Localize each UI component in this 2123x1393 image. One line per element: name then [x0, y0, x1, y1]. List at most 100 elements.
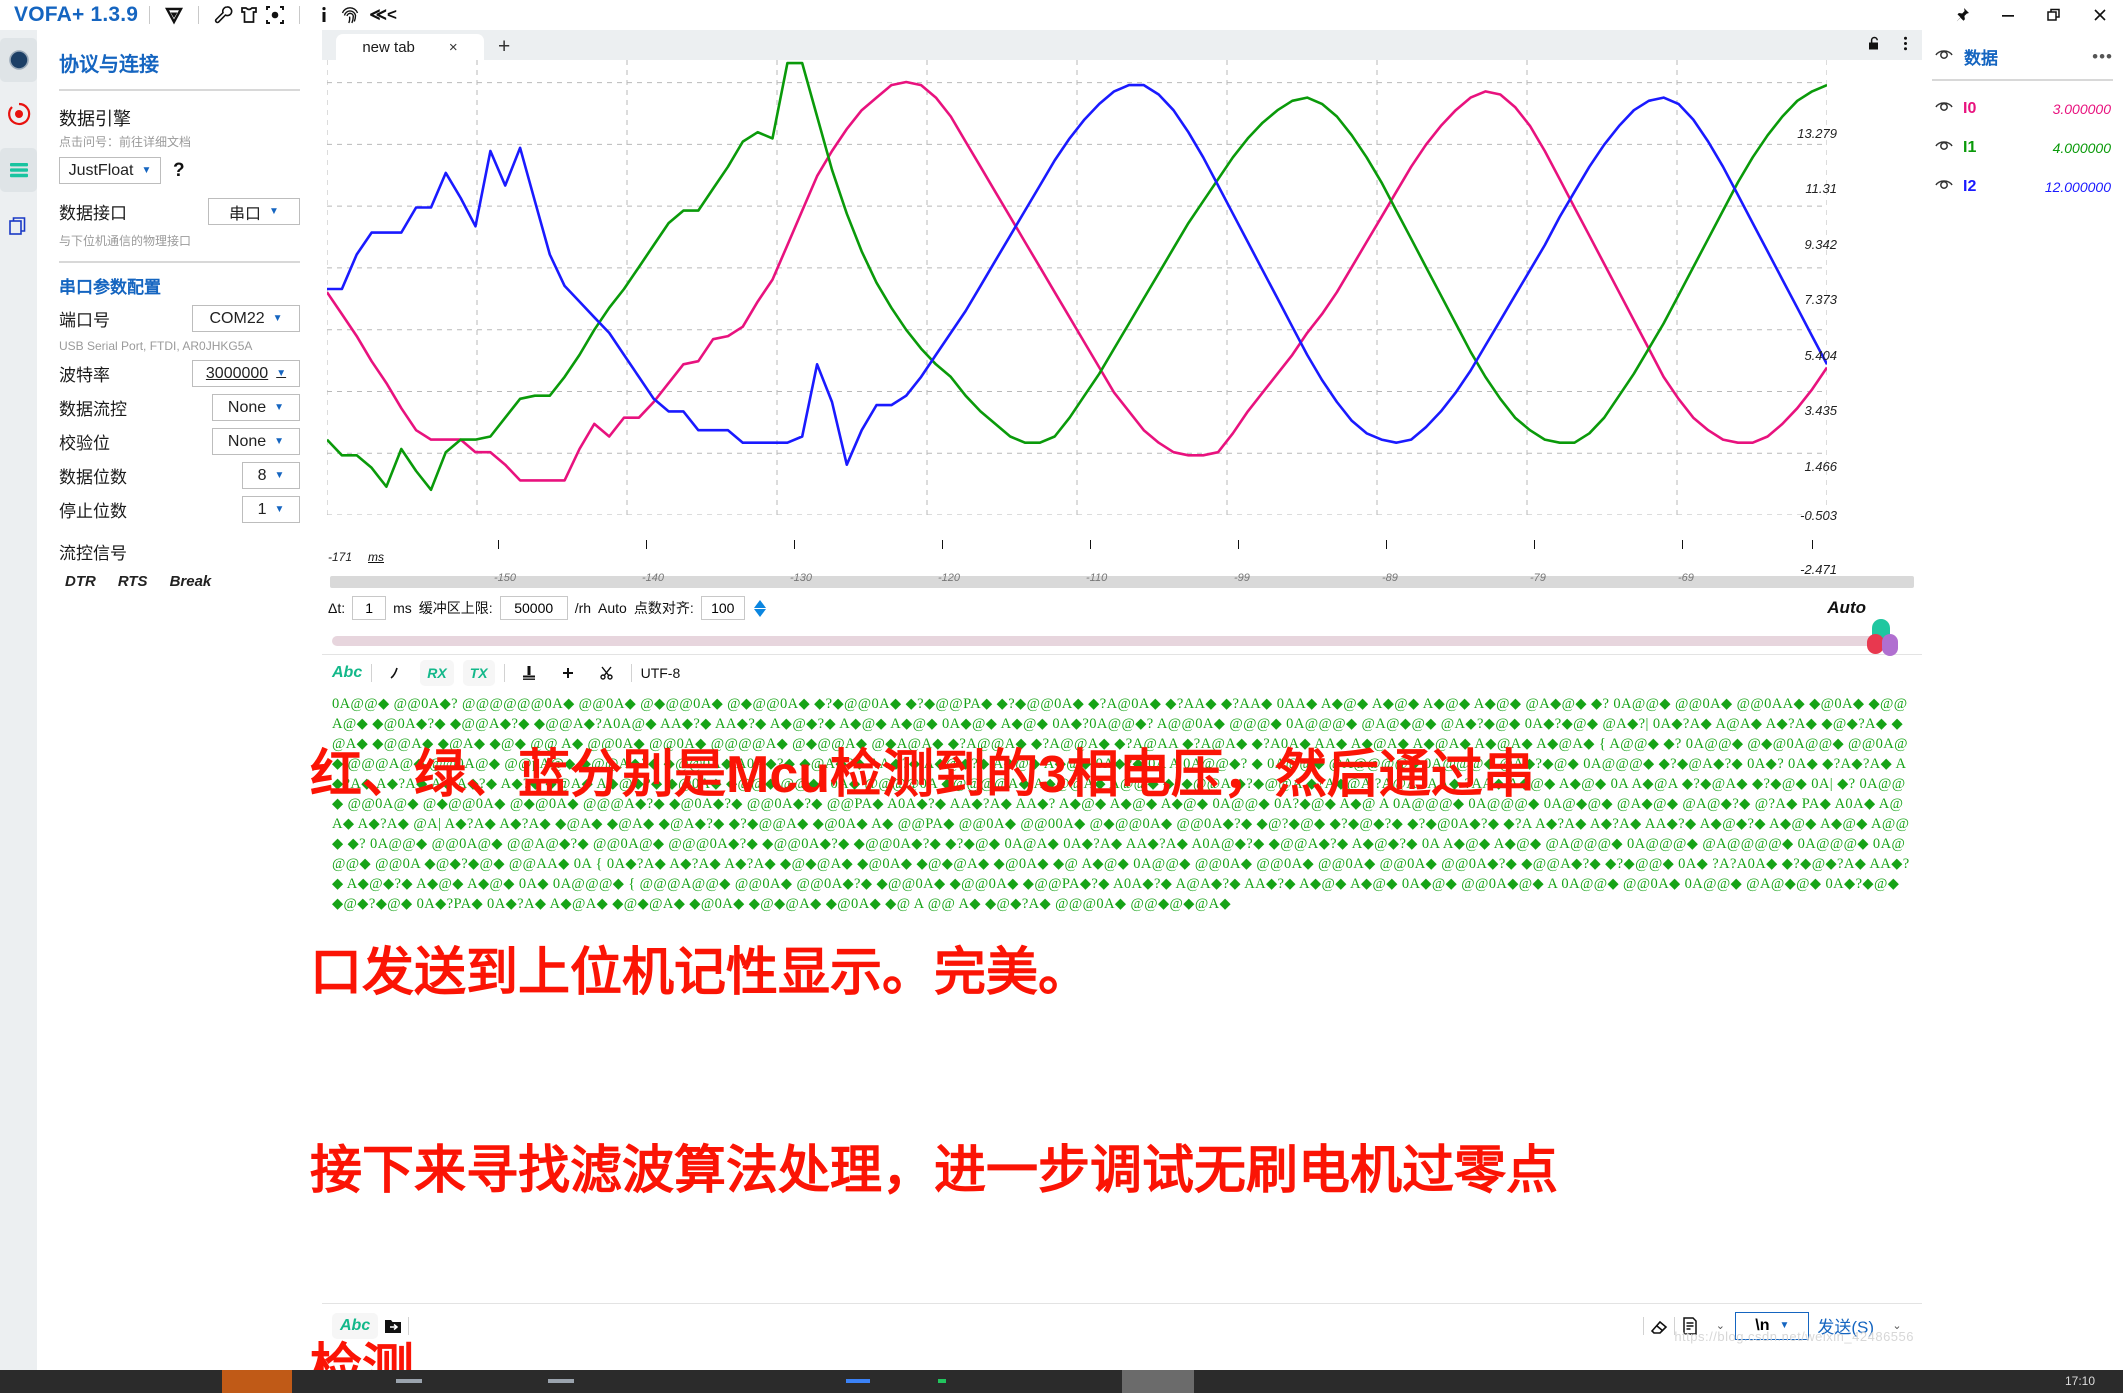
send-input[interactable]: [409, 1310, 1644, 1341]
point-align-input[interactable]: 100: [700, 596, 745, 620]
y-tick-label: 1.466: [1804, 459, 1837, 474]
minimize-icon[interactable]: [1985, 0, 2031, 30]
eye-icon[interactable]: [1934, 135, 1954, 160]
channel-value: 12.000000: [2044, 178, 2111, 195]
pin-icon[interactable]: [1939, 0, 1985, 30]
stopbits-select[interactable]: 1 ▼: [242, 496, 300, 523]
range-tick-label: -130: [790, 572, 813, 584]
data-panel-header: 数据 •••: [1922, 30, 2123, 69]
chevron-down-icon: ▼: [274, 402, 285, 413]
break-button[interactable]: Break: [170, 573, 212, 590]
info-icon[interactable]: [311, 2, 337, 28]
eye-icon[interactable]: [1934, 174, 1954, 199]
buffer-limit-label: 缓冲区上限:: [418, 600, 493, 616]
point-align-stepper[interactable]: [753, 599, 766, 617]
buffer-limit-input[interactable]: 50000: [499, 596, 568, 620]
more-vertical-icon[interactable]: [1897, 35, 1914, 57]
data-panel-more-button[interactable]: •••: [2092, 47, 2113, 67]
tab-close-icon[interactable]: ×: [449, 39, 458, 56]
blog-watermark: https://blog.csdn.net/weixin_42486556: [1674, 1329, 1914, 1344]
plot-canvas[interactable]: [327, 60, 1827, 515]
pen-icon[interactable]: [381, 660, 411, 686]
channel-row-i1[interactable]: I1 4.000000: [1922, 128, 2123, 167]
widgets-icon[interactable]: [0, 204, 37, 248]
restore-icon[interactable]: [2031, 0, 2077, 30]
plus-icon[interactable]: [553, 660, 583, 686]
unlock-icon[interactable]: [1866, 35, 1883, 57]
tab-new-tab[interactable]: new tab ×: [336, 34, 484, 60]
slider-track[interactable]: [332, 636, 1878, 646]
x-tick: [498, 540, 499, 549]
channel-name: I1: [1963, 138, 1977, 156]
x-tick: [1238, 540, 1239, 549]
rts-button[interactable]: RTS: [118, 573, 148, 590]
wrench-icon[interactable]: [210, 2, 236, 28]
capture-icon[interactable]: [262, 2, 288, 28]
encoding-button[interactable]: UTF-8: [641, 660, 681, 686]
flowcontrol-select[interactable]: None ▼: [212, 394, 300, 421]
stopbits-label: 停止位数: [59, 502, 127, 521]
collapse-left-icon[interactable]: ≪<: [369, 5, 397, 25]
flowcontrol-label: 数据流控: [59, 400, 127, 419]
taskbar-app-active[interactable]: [222, 1370, 292, 1393]
divider: [149, 6, 151, 24]
x-tick: [1090, 540, 1091, 549]
waveform-plot[interactable]: VOFA 13.279 11.31 9.342 7.373 5.404 3.43…: [322, 60, 1922, 577]
slider-knob-purple[interactable]: [1882, 634, 1898, 656]
taskbar-app[interactable]: [1122, 1370, 1194, 1393]
close-icon[interactable]: [2077, 0, 2123, 30]
terminal-output[interactable]: 0A@@◆ @@0A◆? @@@@@@0A◆ @@0A◆ @◆@@0A◆ @◆@…: [322, 690, 1922, 1310]
taskbar-item[interactable]: [548, 1379, 574, 1383]
data-panel-title: 数据: [1964, 49, 1998, 68]
rx-button[interactable]: RX: [420, 659, 454, 686]
dtr-button[interactable]: DTR: [65, 573, 96, 590]
taskbar-item[interactable]: [938, 1379, 946, 1383]
data-interface-hint: 与下位机通信的物理接口: [59, 234, 192, 248]
auto-mode-button[interactable]: Auto: [1827, 598, 1866, 618]
scissors-icon[interactable]: [592, 660, 622, 686]
x-range-scrollbar[interactable]: -150 -140 -130 -120 -110 -99 -89 -79 -69: [330, 572, 1914, 588]
channel-row-i2[interactable]: I2 12.000000: [1922, 167, 2123, 206]
data-engine-select[interactable]: JustFloat ▼: [59, 157, 161, 184]
vofa-logo-icon[interactable]: [161, 2, 187, 28]
data-engine-icon[interactable]: [0, 92, 37, 136]
eye-icon[interactable]: [1934, 44, 1954, 69]
send-font-abc-button[interactable]: Abc: [332, 1312, 379, 1339]
port-select[interactable]: COM22 ▼: [192, 305, 300, 332]
baudrate-select[interactable]: 3000000 ▼: [192, 360, 300, 387]
port-value: COM22: [209, 309, 265, 327]
y-tick-label: 11.31: [1805, 181, 1837, 196]
menu-icon[interactable]: [0, 148, 37, 192]
fingerprint-icon[interactable]: [337, 2, 363, 28]
eraser-icon[interactable]: [1644, 1313, 1674, 1339]
eye-icon[interactable]: [1934, 96, 1954, 121]
time-slider[interactable]: [332, 619, 1912, 656]
chevron-down-icon: ▼: [269, 206, 279, 217]
add-tab-button[interactable]: +: [498, 35, 510, 59]
taskbar-item[interactable]: [396, 1379, 422, 1383]
data-interface-select[interactable]: 串口 ▼: [208, 198, 300, 225]
auto-label: Auto: [598, 600, 627, 616]
parity-select[interactable]: None ▼: [212, 428, 300, 455]
channel-row-i0[interactable]: I0 3.000000: [1922, 89, 2123, 128]
databits-select[interactable]: 8 ▼: [242, 462, 300, 489]
connection-status-icon[interactable]: [0, 38, 37, 82]
x-tick: [1682, 540, 1683, 549]
shirt-icon[interactable]: [236, 2, 262, 28]
send-file-icon[interactable]: [378, 1313, 408, 1339]
tx-button[interactable]: TX: [462, 659, 495, 686]
x-tick: [1534, 540, 1535, 549]
font-abc-button[interactable]: Abc: [332, 660, 362, 686]
x-tick: [794, 540, 795, 549]
chevron-down-icon: ▼: [141, 165, 152, 176]
os-taskbar: 17:10: [0, 1370, 2123, 1393]
taskbar-item[interactable]: [846, 1379, 870, 1383]
help-question-button[interactable]: ?: [173, 160, 185, 182]
data-engine-hint: 点击问号：前往详细文档: [59, 135, 192, 149]
dt-input[interactable]: 1: [352, 596, 387, 620]
range-tick-label: -99: [1234, 572, 1250, 584]
tab-bar-actions: [1866, 35, 1914, 57]
align-icon[interactable]: [514, 660, 544, 686]
window-controls: [1939, 0, 2123, 30]
dt-unit: ms: [393, 600, 412, 616]
